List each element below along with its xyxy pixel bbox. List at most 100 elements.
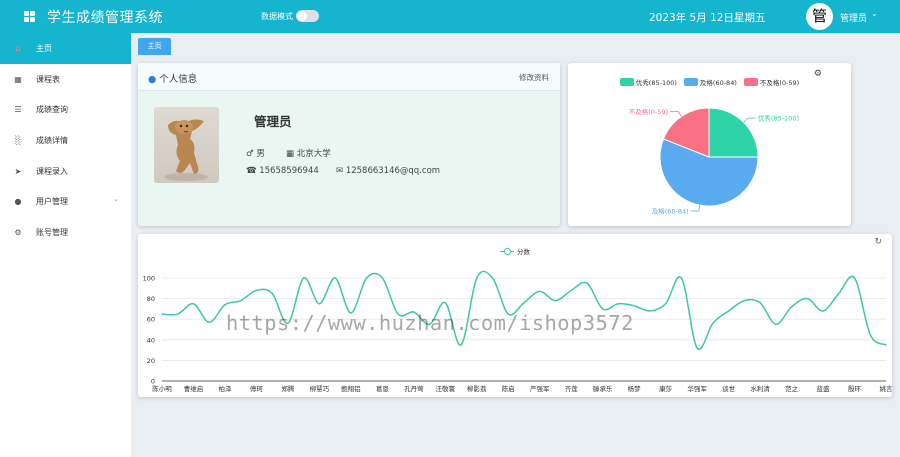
profile-photo: [154, 107, 219, 183]
data-point[interactable]: [617, 303, 620, 305]
data-point[interactable]: [318, 303, 321, 305]
avatar[interactable]: 管: [806, 3, 833, 30]
current-date: 2023年 5月 12日: [649, 12, 734, 24]
y-tick-label: 100: [143, 275, 155, 283]
sidebar-item-timetable[interactable]: ▦ 课程表: [0, 64, 131, 95]
pie-label-line: [690, 205, 701, 212]
data-point[interactable]: [271, 292, 273, 295]
chevron-down-icon[interactable]: ⌄: [871, 9, 878, 18]
data-point[interactable]: [302, 277, 305, 279]
phone-info: ☎ 15658596944: [246, 166, 319, 176]
x-tick-label: 姚言: [880, 384, 893, 393]
data-point[interactable]: [444, 302, 447, 304]
pie-label-line: [670, 111, 682, 117]
pie-slice[interactable]: [708, 107, 759, 158]
x-tick-label: 葛恩: [376, 384, 390, 393]
data-point[interactable]: [208, 321, 210, 323]
user-menu-name[interactable]: 管理员: [840, 11, 867, 24]
data-point[interactable]: [633, 305, 635, 307]
x-tick-label: 华强军: [687, 384, 707, 393]
app-title: 学生成绩管理系统: [47, 10, 163, 26]
data-point[interactable]: [853, 277, 856, 279]
profile-card-title: ● 个人信息: [148, 71, 197, 85]
data-point[interactable]: [381, 277, 384, 279]
pie-chart: 优秀(85-100) 及格(60-84) 不及格(0-59): [629, 107, 799, 216]
data-point[interactable]: [759, 302, 761, 304]
x-tick-label: 陈小明: [152, 384, 172, 393]
data-point[interactable]: [838, 292, 840, 295]
x-tick-label: 汪敬寰: [436, 384, 456, 393]
data-point[interactable]: [664, 303, 667, 305]
x-tick-label: 傅珂: [250, 384, 264, 393]
x-tick-label: 齐莲: [565, 384, 579, 393]
data-point[interactable]: [649, 310, 651, 312]
app-grid-icon[interactable]: [24, 11, 35, 22]
profile-title-text: 个人信息: [159, 74, 198, 85]
y-tick-label: 80: [147, 295, 155, 303]
data-point[interactable]: [869, 333, 871, 336]
x-tick-label: 水利清: [750, 384, 770, 393]
data-point[interactable]: [775, 323, 777, 326]
school-value: 北京大学: [296, 149, 331, 159]
data-point[interactable]: [680, 277, 683, 279]
sidebar-item-label: 用户管理: [36, 197, 68, 207]
y-tick-label: 40: [147, 336, 155, 344]
x-tick-label: 柏泽: [218, 384, 232, 393]
data-point[interactable]: [601, 308, 604, 310]
top-bar: 学生成绩管理系统 数据模式 2023年 5月 12日 星期五 管 管理员 ⌄: [0, 0, 900, 33]
male-icon: ♂: [246, 149, 254, 159]
x-tick-label: 鲍翔铝: [341, 384, 361, 393]
data-point[interactable]: [539, 290, 541, 293]
data-point[interactable]: [523, 302, 525, 304]
sidebar: ⌂ 主页 ▦ 课程表 ☰ 成绩查询 ░ 成绩详情 ➤ 课程录入 ● 用户管理 ⌄…: [0, 33, 131, 457]
data-point[interactable]: [476, 277, 478, 279]
data-point[interactable]: [460, 344, 462, 346]
sidebar-item-user-management[interactable]: ● 用户管理 ⌄: [0, 186, 131, 217]
data-mode-toggle[interactable]: [296, 10, 319, 22]
sidebar-item-home[interactable]: ⌂ 主页: [0, 33, 131, 64]
data-point[interactable]: [177, 313, 179, 315]
x-tick-label: 范之: [785, 384, 799, 393]
data-point[interactable]: [696, 347, 698, 349]
list-icon: ☰: [14, 105, 22, 115]
data-point[interactable]: [255, 289, 258, 292]
y-tick-label: 20: [147, 357, 155, 365]
data-point[interactable]: [822, 310, 824, 312]
x-tick-label: 曹维启: [184, 384, 204, 393]
data-point[interactable]: [334, 277, 336, 279]
gender-info: ♂ 男: [246, 147, 265, 159]
data-point[interactable]: [586, 282, 588, 284]
edit-profile-link[interactable]: 修改资料: [519, 72, 549, 83]
data-point[interactable]: [570, 289, 572, 292]
data-point[interactable]: [554, 299, 557, 302]
data-point[interactable]: [727, 310, 730, 312]
chevron-down-icon[interactable]: ⌄: [113, 195, 119, 203]
data-point[interactable]: [885, 344, 887, 346]
data-point[interactable]: [161, 313, 163, 315]
toggle-knob: [297, 11, 307, 21]
x-tick-label: 康莎: [659, 384, 673, 393]
data-point[interactable]: [491, 277, 494, 279]
sidebar-item-label: 主页: [36, 43, 52, 53]
data-point[interactable]: [712, 322, 714, 325]
sidebar-item-grade-detail[interactable]: ░ 成绩详情: [0, 125, 131, 156]
sidebar-item-course-entry[interactable]: ➤ 课程录入: [0, 156, 131, 187]
sidebar-item-label: 课程表: [36, 74, 60, 84]
grid-icon: ▦: [14, 74, 22, 84]
data-point[interactable]: [806, 297, 809, 300]
sidebar-item-label: 账号管理: [36, 227, 68, 237]
mail-icon: ✉: [336, 166, 344, 176]
current-weekday: 星期五: [734, 12, 766, 24]
user-icon: ●: [148, 74, 157, 85]
data-point[interactable]: [239, 299, 242, 302]
data-point[interactable]: [224, 304, 226, 306]
sidebar-item-grade-query[interactable]: ☰ 成绩查询: [0, 94, 131, 125]
data-point[interactable]: [192, 303, 195, 305]
profile-name: 管理员: [254, 114, 292, 129]
tab-home[interactable]: 主页: [138, 38, 171, 55]
data-point[interactable]: [365, 277, 368, 279]
data-point[interactable]: [743, 299, 746, 302]
watermark-text: https://www.huzhan.com/ishop3572: [226, 311, 634, 335]
data-point[interactable]: [790, 306, 793, 308]
sidebar-item-account-management[interactable]: ⚙ 账号管理: [0, 217, 131, 248]
